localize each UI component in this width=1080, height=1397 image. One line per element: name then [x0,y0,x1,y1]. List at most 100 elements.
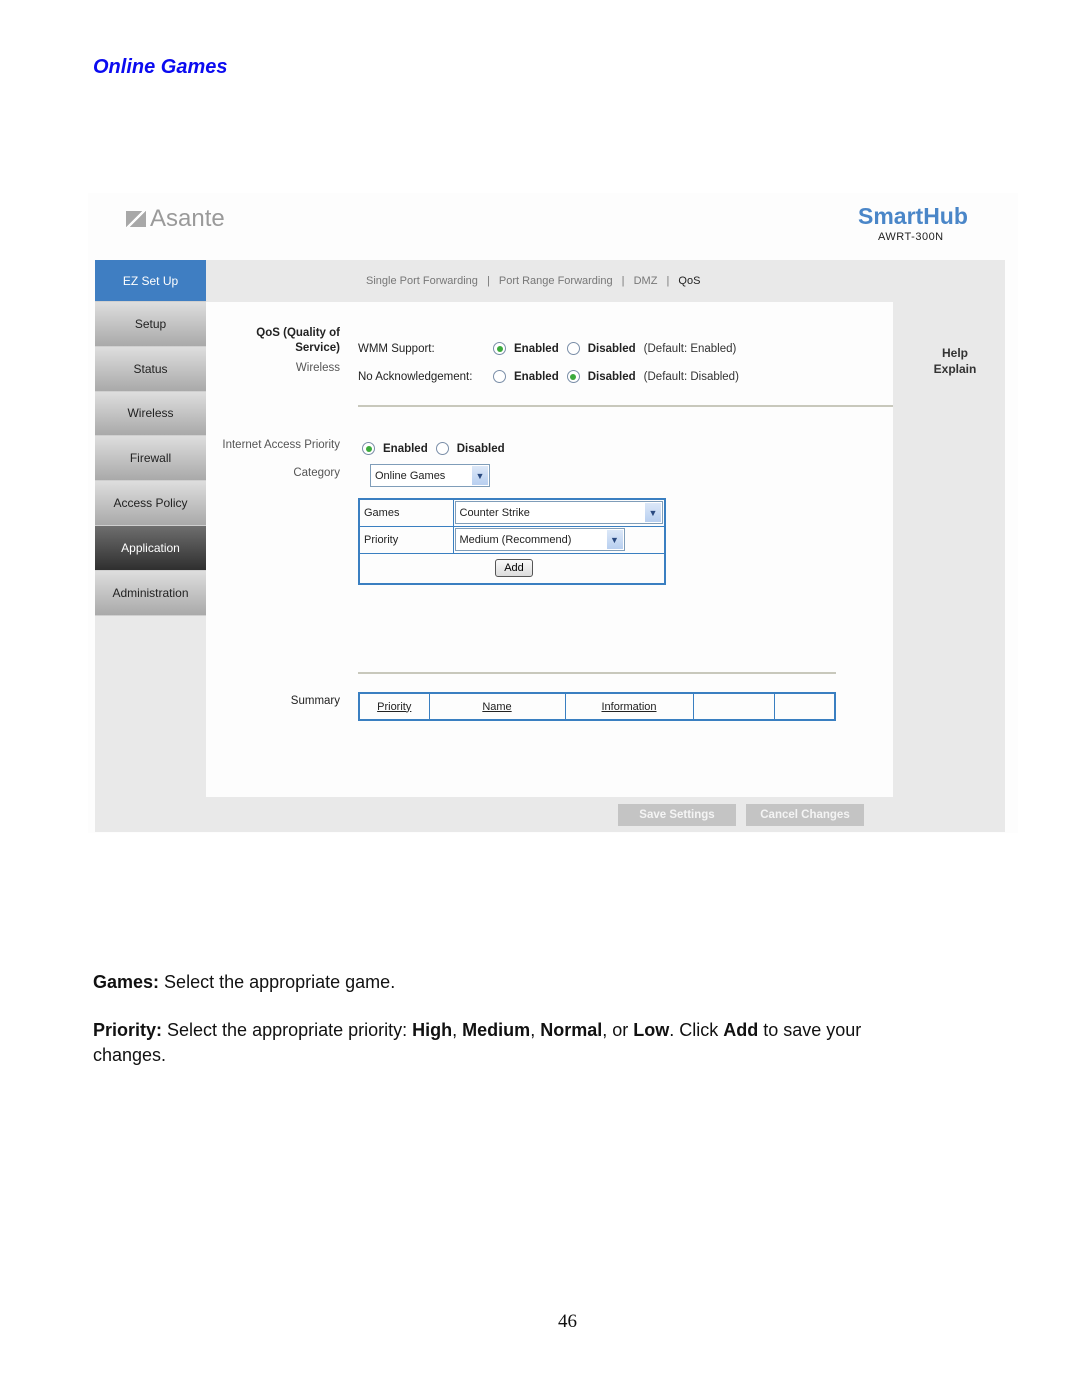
asante-logo-icon [126,211,146,227]
priority-term: Priority: [93,1020,163,1040]
content-panel: QoS (Quality of Service) Wireless WMM Su… [206,302,893,797]
opt-medium: Medium [462,1020,531,1040]
product-name: SmartHub [858,203,968,229]
summary-col-priority[interactable]: Priority [358,692,430,721]
summary-col-empty-2 [773,692,836,721]
priority-select[interactable]: Medium (Recommend) ▼ [454,528,625,551]
brand-logo: Asante [126,205,225,233]
wmm-enabled-radio[interactable] [493,342,506,355]
chevron-down-icon: ▼ [645,503,661,523]
sidebar-item-status[interactable]: Status [95,346,206,392]
wmm-default-note: (Default: Enabled) [643,342,737,355]
chevron-down-icon: ▼ [606,530,623,549]
iap-disabled-radio[interactable] [435,442,449,455]
section-title: Online Games [93,56,228,78]
wmm-enabled-label: Enabled [514,342,559,355]
help-label: Help [941,346,968,360]
game-form-table: Games Counter Strike ▼ Priority Medium (… [358,498,666,585]
chevron-down-icon: ▼ [472,466,488,485]
wmm-support-label: WMM Support: [358,343,435,355]
sidebar: EZ Set Up Setup Status Wireless Firewall… [95,260,206,616]
brand-name: Asante [150,205,225,232]
subnav-qos[interactable]: QoS [678,275,700,287]
games-select[interactable]: Counter Strike ▼ [454,501,663,525]
click-text: . Click [669,1020,724,1040]
summary-table: Priority Name Information [358,692,836,721]
subnav-port-range-forwarding[interactable]: Port Range Forwarding [499,275,613,287]
section-divider [358,405,893,407]
page-number: 46 [558,1311,577,1332]
priority-select-cell: Medium (Recommend) ▼ [452,525,666,554]
sidebar-item-firewall[interactable]: Firewall [95,436,206,482]
router-frame: EZ Set Up Setup Status Wireless Firewall… [95,260,1005,832]
help-panel[interactable]: Help Explain [915,345,995,377]
no-ack-default-note: (Default: Disabled) [643,370,739,383]
category-label: Category [293,467,340,479]
summary-col-name[interactable]: Name [428,692,566,721]
explain-label: Explain [933,362,977,376]
save-settings-button[interactable]: Save Settings [618,804,736,826]
sidebar-item-administration[interactable]: Administration [95,570,206,616]
games-desc: Select the appropriate game. [159,972,396,992]
qos-label-line1: QoS (Quality of [256,327,340,339]
priority-row: Priority Medium (Recommend) ▼ [358,525,666,554]
add-term: Add [723,1020,759,1040]
subnav-dmz[interactable]: DMZ [634,275,658,287]
internet-access-priority-options: Enabled Disabled [362,442,513,455]
wmm-disabled-label: Disabled [587,342,636,355]
opt-normal: Normal [540,1020,603,1040]
games-label: Games [358,498,454,527]
iap-disabled-label: Disabled [456,442,505,455]
wireless-label: Wireless [295,362,340,374]
games-row: Games Counter Strike ▼ [358,498,666,527]
summary-header-row: Priority Name Information [358,692,836,721]
sidebar-item-setup[interactable]: Setup [95,302,206,347]
sidebar-item-wireless[interactable]: Wireless [95,391,206,437]
subnav-separator: | [621,275,625,287]
opt-low: Low [633,1020,670,1040]
subnav-single-port-forwarding[interactable]: Single Port Forwarding [366,275,478,287]
iap-enabled-label: Enabled [383,442,428,455]
sidebar-item-ez-setup[interactable]: EZ Set Up [95,260,206,302]
games-term: Games: [93,972,160,992]
priority-value: Medium (Recommend) [459,533,572,546]
no-ack-disabled-radio[interactable] [566,370,580,383]
no-ack-options: Enabled Disabled (Default: Disabled) [493,370,739,383]
summary-col-information-label[interactable]: Information [601,701,656,713]
summary-col-priority-label[interactable]: Priority [377,701,411,713]
summary-label: Summary [290,695,340,707]
subnav-separator: | [666,275,670,287]
iap-enabled-radio[interactable] [362,442,375,455]
qos-section-label: QoS (Quality of Service) [226,326,340,356]
add-cell: Add [358,552,666,585]
add-row: Add [358,552,666,585]
summary-col-empty-1 [692,692,775,721]
summary-divider [358,672,836,674]
sidebar-item-application[interactable]: Application [95,525,206,571]
sidebar-item-access-policy[interactable]: Access Policy [95,481,206,526]
wmm-disabled-radio[interactable] [566,342,580,355]
cancel-changes-button[interactable]: Cancel Changes [746,804,864,826]
no-ack-enabled-radio[interactable] [493,370,506,383]
games-select-cell: Counter Strike ▼ [452,498,666,527]
summary-col-name-label[interactable]: Name [482,701,511,713]
priority-description: Priority: Select the appropriate priorit… [93,1020,862,1065]
category-select[interactable]: Online Games ▼ [370,464,490,487]
games-value: Counter Strike [459,506,530,519]
priority-label: Priority [358,525,454,554]
model-name: AWRT-300N [878,231,944,243]
sub-navigation: Single Port Forwarding | Port Range Forw… [363,275,703,287]
summary-col-information[interactable]: Information [564,692,694,721]
add-button[interactable]: Add [495,559,533,578]
opt-high: High [412,1020,453,1040]
wmm-support-options: Enabled Disabled (Default: Enabled) [493,342,736,355]
category-value: Online Games [375,469,446,482]
qos-label-line2: Service) [295,342,340,354]
priority-desc: Select the appropriate priority: [162,1020,413,1040]
subnav-separator: | [486,275,490,287]
no-ack-enabled-label: Enabled [514,370,559,383]
no-ack-label: No Acknowledgement: [358,371,473,383]
router-screenshot: Asante SmartHub AWRT-300N EZ Set Up Setu… [88,193,1018,833]
internet-access-priority-label: Internet Access Priority [222,439,340,451]
games-description: Games: Select the appropriate game. [93,970,933,995]
